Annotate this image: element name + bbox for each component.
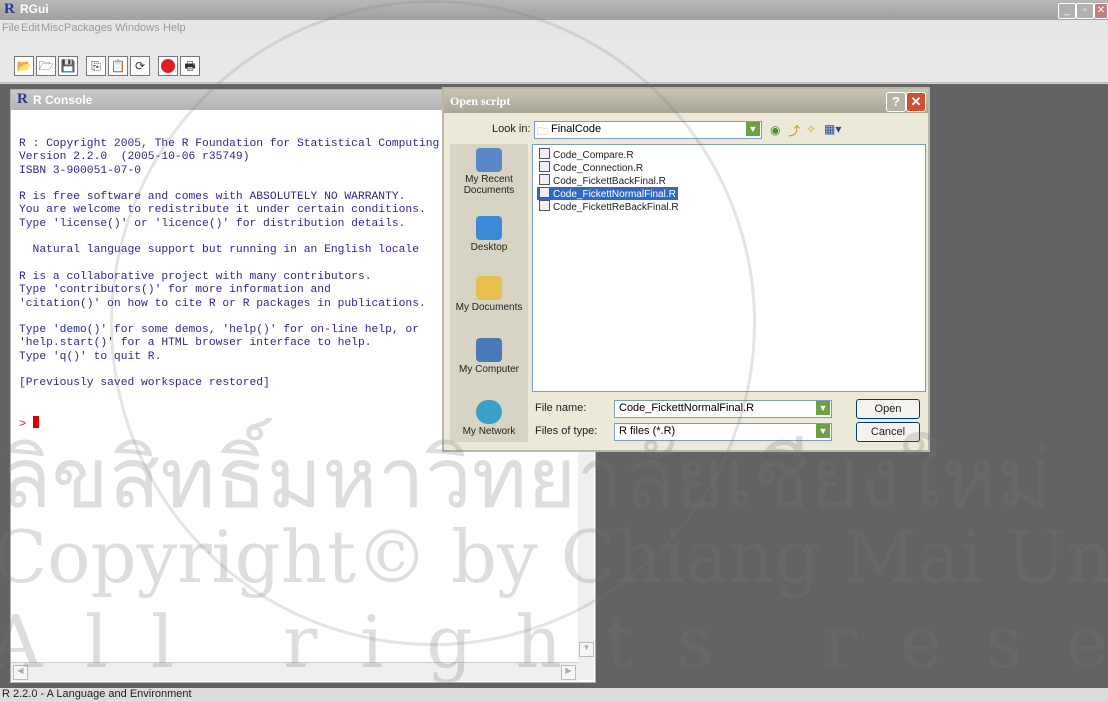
list-item[interactable]: Code_FickettBackFinal.R xyxy=(537,174,668,187)
chevron-down-icon[interactable]: ▼ xyxy=(816,401,830,415)
console-cursor[interactable] xyxy=(33,416,39,428)
console-title: R Console xyxy=(33,93,93,107)
console-prompt: > xyxy=(19,417,27,431)
maximize-button[interactable]: ▫ xyxy=(1076,3,1094,19)
file-name-field[interactable]: Code_FickettNormalFinal.R ▼ xyxy=(614,400,832,418)
place-recent[interactable]: My Recent Documents xyxy=(450,148,528,196)
file-name: Code_FickettReBackFinal.R xyxy=(553,202,679,213)
r-file-icon xyxy=(539,161,550,172)
place-desktop-label: Desktop xyxy=(470,242,508,253)
r-logo-icon: R xyxy=(17,91,28,107)
list-item[interactable]: Code_Compare.R xyxy=(537,148,636,161)
place-my-network-label: My Network xyxy=(462,426,516,437)
my-documents-icon xyxy=(476,276,502,300)
menu-misc[interactable]: Misc xyxy=(41,22,64,34)
menu-bar: File Edit Misc Packages Windows Help xyxy=(0,20,1108,38)
place-my-documents[interactable]: My Documents xyxy=(450,276,528,313)
rgui-window: R RGui _ ▫ ✕ File Edit Misc Packages Win… xyxy=(0,0,1108,702)
list-item-selected[interactable]: Code_FickettNormalFinal.R xyxy=(537,187,678,200)
place-desktop[interactable]: Desktop xyxy=(450,216,528,253)
file-type-value: R files (*.R) xyxy=(619,425,676,437)
look-in-label: Look in: xyxy=(492,123,531,135)
r-file-icon xyxy=(539,187,550,198)
horizontal-scrollbar[interactable]: ◀ ▶ xyxy=(11,662,578,681)
dialog-close-button[interactable]: ✕ xyxy=(906,92,926,112)
recent-documents-icon xyxy=(476,148,502,172)
open-script-dialog[interactable]: Open script ? ✕ Look in: 🗀 FinalCode ▼ ◉… xyxy=(442,87,930,452)
back-icon[interactable]: ◉ xyxy=(770,123,780,137)
places-bar: My Recent Documents Desktop My Documents… xyxy=(450,144,528,442)
r-logo-icon: R xyxy=(4,1,15,17)
look-in-select[interactable]: 🗀 FinalCode ▼ xyxy=(534,121,762,139)
menu-help[interactable]: Help xyxy=(163,22,186,34)
file-name-label: File name: xyxy=(535,402,587,414)
open-button[interactable]: Open xyxy=(856,399,920,419)
paste-icon[interactable]: 📋 xyxy=(108,56,128,76)
up-folder-icon[interactable]: ⤴ xyxy=(788,122,800,139)
scroll-left-icon[interactable]: ◀ xyxy=(13,665,28,680)
print-icon[interactable]: 🖶 xyxy=(180,56,200,76)
dialog-title-bar: Open script ? ✕ xyxy=(444,89,928,113)
status-bar: R 2.2.0 - A Language and Environment xyxy=(0,688,1108,702)
file-name: Code_FickettBackFinal.R xyxy=(553,176,666,187)
folder-icon: 🗀 xyxy=(537,126,548,138)
window-title: RGui xyxy=(20,2,49,16)
help-button[interactable]: ? xyxy=(886,92,906,112)
save-icon[interactable]: 💾 xyxy=(58,56,78,76)
stop-icon[interactable] xyxy=(158,56,178,76)
scroll-right-icon[interactable]: ▶ xyxy=(561,665,576,680)
r-file-icon xyxy=(539,174,550,185)
menu-windows[interactable]: Windows xyxy=(115,22,160,34)
list-item[interactable]: Code_FickettReBackFinal.R xyxy=(537,200,681,213)
file-list[interactable]: Code_Compare.R Code_Connection.R Code_Fi… xyxy=(532,144,926,392)
title-bar: R RGui _ ▫ ✕ xyxy=(0,0,1108,20)
status-text: R 2.2.0 - A Language and Environment xyxy=(2,688,192,700)
menu-edit[interactable]: Edit xyxy=(21,22,40,34)
file-type-label: Files of type: xyxy=(535,425,598,437)
dialog-title: Open script xyxy=(450,94,511,108)
minimize-button[interactable]: _ xyxy=(1058,3,1076,19)
close-button[interactable]: ✕ xyxy=(1094,3,1108,19)
place-my-documents-label: My Documents xyxy=(455,302,523,313)
file-name: Code_Compare.R xyxy=(553,150,634,161)
my-computer-icon xyxy=(476,338,502,362)
list-item[interactable]: Code_Connection.R xyxy=(537,161,645,174)
copy-paste-icon[interactable]: ⟳ xyxy=(130,56,150,76)
chevron-down-icon[interactable]: ▼ xyxy=(746,122,760,136)
desktop-icon xyxy=(476,216,502,240)
menu-file[interactable]: File xyxy=(2,22,20,34)
copy-icon[interactable]: ⎘ xyxy=(86,56,106,76)
cancel-button[interactable]: Cancel xyxy=(856,422,920,442)
place-my-computer-label: My Computer xyxy=(458,364,519,375)
file-name: Code_Connection.R xyxy=(553,163,644,174)
scroll-down-icon[interactable]: ▼ xyxy=(579,642,594,657)
file-type-select[interactable]: R files (*.R) ▼ xyxy=(614,423,832,441)
open-script-icon[interactable]: 📂 xyxy=(14,56,34,76)
chevron-down-icon[interactable]: ▼ xyxy=(816,424,830,438)
menu-packages[interactable]: Packages xyxy=(64,22,112,34)
my-network-icon xyxy=(476,400,502,424)
view-menu-icon[interactable]: ▦▾ xyxy=(824,122,841,136)
look-in-value: FinalCode xyxy=(551,123,602,135)
file-name-value: Code_FickettNormalFinal.R xyxy=(619,402,755,414)
r-file-icon xyxy=(539,148,550,159)
place-my-computer[interactable]: My Computer xyxy=(450,338,528,375)
load-workspace-icon[interactable]: 🗁 xyxy=(36,56,56,76)
file-name: Code_FickettNormalFinal.R xyxy=(553,189,676,200)
place-recent-label: My Recent Documents xyxy=(463,174,515,196)
new-folder-icon[interactable]: ✧ xyxy=(806,122,816,136)
toolbar: 📂 🗁 💾 ⎘ 📋 ⟳ 🖶 xyxy=(0,38,1108,83)
r-file-icon xyxy=(539,200,550,211)
place-my-network[interactable]: My Network xyxy=(450,400,528,437)
